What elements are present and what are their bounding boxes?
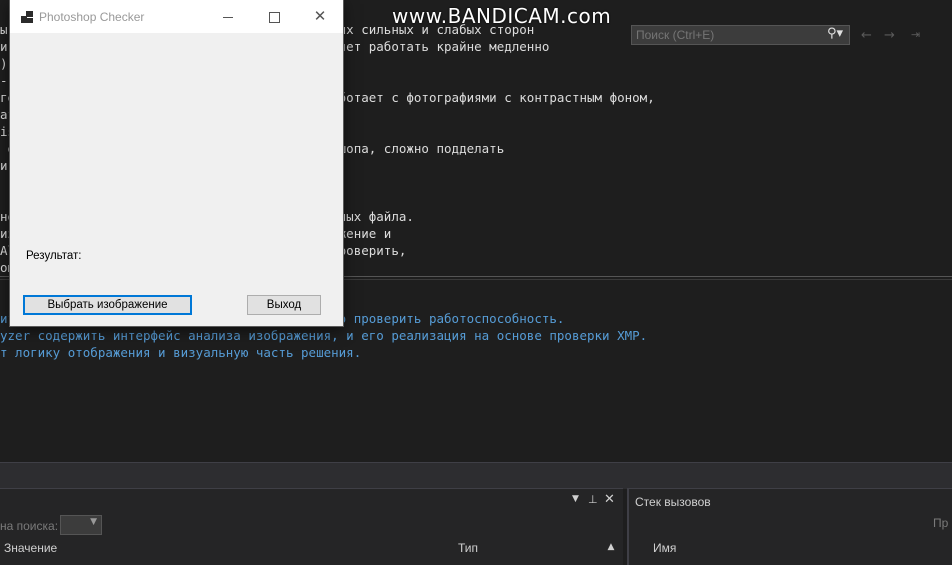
window-title: Photoshop Checker bbox=[39, 10, 145, 24]
output-line: yzer содержить интерфейс анализа изображ… bbox=[0, 328, 648, 343]
arrow-right-icon[interactable]: → bbox=[884, 28, 895, 43]
search-depth-combo[interactable]: ▼ bbox=[60, 515, 102, 535]
bandicam-watermark: www.BANDICAM.com bbox=[392, 4, 612, 28]
scroll-up-arrow-icon[interactable]: ▲ bbox=[603, 539, 619, 555]
call-stack-search-box[interactable]: ⚲▾ bbox=[631, 25, 850, 45]
code-line: ) bbox=[0, 56, 8, 71]
column-type-header[interactable]: Тип bbox=[458, 541, 478, 555]
step-icon[interactable]: ⇥ bbox=[911, 28, 920, 41]
panel-dropdown-icon[interactable]: ▼ bbox=[572, 494, 579, 504]
call-stack-search-input[interactable] bbox=[636, 27, 816, 43]
exit-button[interactable]: Выход bbox=[247, 295, 321, 315]
column-value-header[interactable]: Значение bbox=[4, 541, 57, 555]
pin-icon[interactable]: ⊥ bbox=[588, 493, 598, 506]
title-bar[interactable]: Photoshop Checker ✕ bbox=[10, 0, 343, 33]
minimize-icon[interactable] bbox=[205, 0, 251, 33]
call-stack-title: Стек вызовов bbox=[635, 495, 711, 509]
panel-tab-strip bbox=[0, 462, 952, 489]
output-line: т логику отображения и визуальную часть … bbox=[0, 345, 362, 360]
close-icon[interactable]: ✕ bbox=[604, 492, 615, 507]
maximize-icon[interactable] bbox=[251, 0, 297, 33]
search-depth-label: на поиска: bbox=[0, 519, 59, 533]
photoshop-checker-window[interactable]: Photoshop Checker ✕ Результат: Выбрать и… bbox=[10, 0, 343, 326]
call-stack-panel: Стек вызовов Имя bbox=[627, 488, 952, 565]
column-name-header[interactable]: Имя bbox=[653, 541, 676, 555]
app-icon bbox=[21, 11, 33, 23]
locals-panel: на поиска: ▼ Значение Тип ▼ ⊥ ✕ ▲ bbox=[0, 488, 623, 565]
image-preview bbox=[10, 33, 343, 240]
chevron-down-icon: ▼ bbox=[90, 517, 97, 527]
result-label: Результат: bbox=[26, 250, 82, 262]
select-image-button[interactable]: Выбрать изображение bbox=[23, 295, 192, 315]
truncated-column-label: Пр bbox=[933, 516, 949, 530]
close-icon[interactable]: ✕ bbox=[297, 0, 343, 33]
search-icon[interactable]: ⚲▾ bbox=[827, 26, 843, 41]
arrow-left-icon[interactable]: ← bbox=[861, 28, 872, 43]
code-line: - bbox=[0, 73, 8, 88]
